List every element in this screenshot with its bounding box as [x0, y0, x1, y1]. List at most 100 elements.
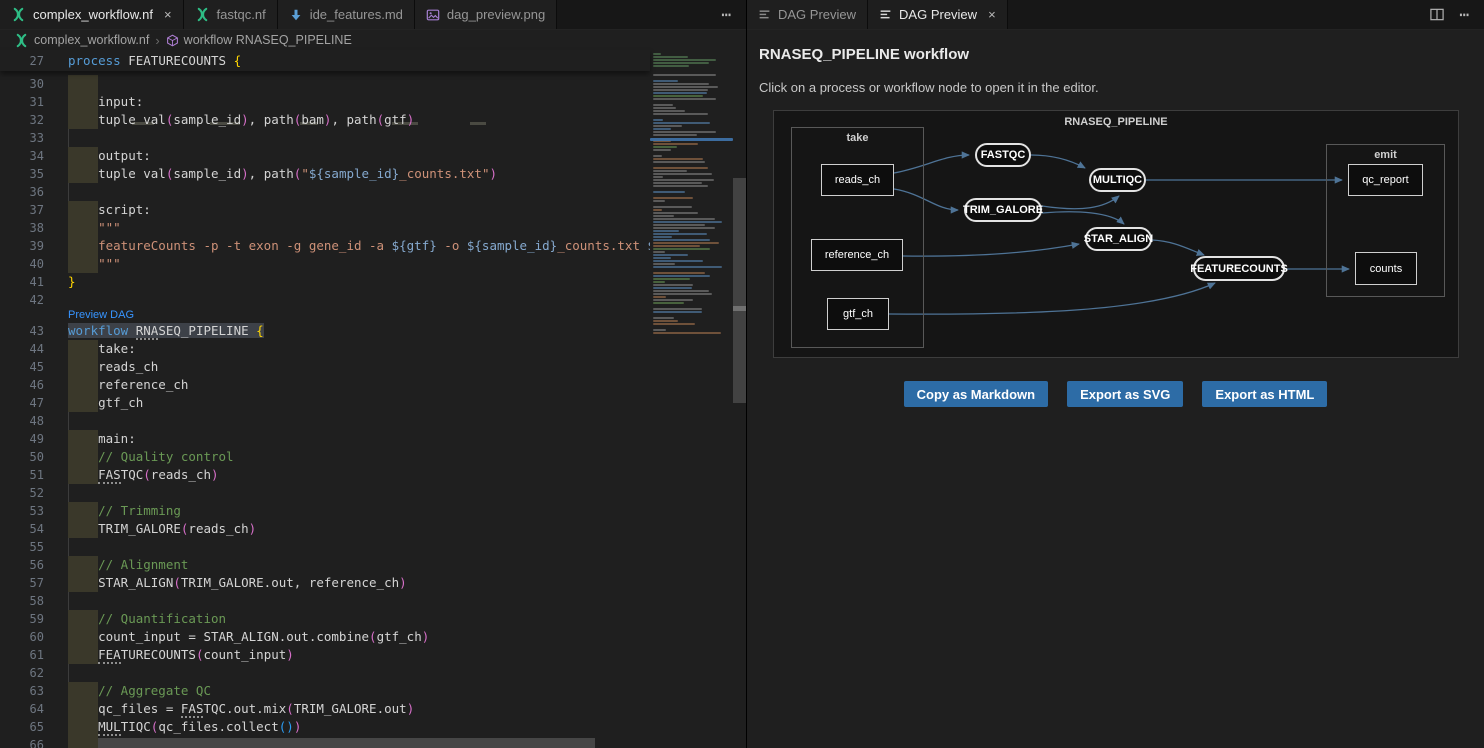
copy-as-markdown-button[interactable]: Copy as Markdown: [904, 381, 1048, 407]
code-line-54[interactable]: 54 TRIM_GALORE(reads_ch): [0, 520, 650, 538]
minimap-line: [653, 179, 714, 181]
line-number: 49: [0, 430, 44, 448]
tab-dag-preview[interactable]: DAG Preview: [747, 0, 868, 29]
code-line-41[interactable]: 41}: [0, 273, 650, 291]
code-line-44[interactable]: 44 take:: [0, 340, 650, 358]
code-line-53[interactable]: 53 // Trimming: [0, 502, 650, 520]
export-as-svg-button[interactable]: Export as SVG: [1067, 381, 1183, 407]
breadcrumb-separator: ›: [154, 33, 160, 48]
minimap-line: [653, 239, 710, 241]
line-number: 42: [0, 291, 44, 309]
code-line-39[interactable]: 39 featureCounts -p -t exon -g gene_id -…: [0, 237, 650, 255]
split-editor-icon[interactable]: [1429, 7, 1445, 22]
dag-node-reference_ch[interactable]: reference_ch: [811, 239, 903, 271]
code-line-43[interactable]: 43workflow RNASEQ_PIPELINE {: [0, 322, 650, 340]
tab-dag-preview-png[interactable]: dag_preview.png: [415, 0, 557, 29]
sticky-scroll-line[interactable]: 27 process FEATURECOUNTS {: [0, 50, 650, 71]
code-line-45[interactable]: 45 reads_ch: [0, 358, 650, 376]
code-line-63[interactable]: 63 // Aggregate QC: [0, 682, 650, 700]
minimap-line: [653, 98, 716, 100]
minimap-line: [653, 176, 663, 178]
breadcrumb-symbol[interactable]: workflow RNASEQ_PIPELINE: [184, 33, 352, 47]
dag-node-MULTIQC[interactable]: MULTIQC: [1089, 168, 1146, 192]
dag-node-reads_ch[interactable]: reads_ch: [821, 164, 894, 196]
code-line-49[interactable]: 49 main:: [0, 430, 650, 448]
code-line-46[interactable]: 46 reference_ch: [0, 376, 650, 394]
code-line-32[interactable]: 32 tuple val(sample_id), path(bam), path…: [0, 111, 650, 129]
line-number: 38: [0, 219, 44, 237]
code-line-55[interactable]: 55: [0, 538, 650, 556]
dag-node-FASTQC[interactable]: FASTQC: [975, 143, 1031, 167]
minimap-selection-highlight: [650, 138, 733, 141]
code-line-34[interactable]: 34 output:: [0, 147, 650, 165]
code-line-51[interactable]: 51 FASTQC(reads_ch): [0, 466, 650, 484]
code-line-60[interactable]: 60 count_input = STAR_ALIGN.out.combine(…: [0, 628, 650, 646]
more-actions-icon[interactable]: ⋯: [721, 5, 732, 24]
line-number: 37: [0, 201, 44, 219]
code-line-48[interactable]: 48: [0, 412, 650, 430]
code-text: MULTIQC(qc_files.collect()): [68, 718, 301, 736]
code-line-50[interactable]: 50 // Quality control: [0, 448, 650, 466]
code-line-40[interactable]: 40 """: [0, 255, 650, 273]
code-line-36[interactable]: 36: [0, 183, 650, 201]
minimap-line: [653, 278, 690, 280]
code-text: gtf_ch: [68, 394, 143, 412]
code-line-61[interactable]: 61 FEATURECOUNTS(count_input): [0, 646, 650, 664]
close-icon[interactable]: ×: [164, 8, 172, 21]
code-line-65[interactable]: 65 MULTIQC(qc_files.collect()): [0, 718, 650, 736]
tab-ide-features-md[interactable]: ide_features.md: [278, 0, 415, 29]
dag-edge-gtf_ch-FEATURECOUNTS: [889, 283, 1215, 314]
code-line-35[interactable]: 35 tuple val(sample_id), path("${sample_…: [0, 165, 650, 183]
tab-dag-preview[interactable]: DAG Preview×: [868, 0, 1008, 29]
minimap-line: [653, 62, 709, 64]
minimap-line: [653, 287, 692, 289]
dag-node-gtf_ch[interactable]: gtf_ch: [827, 298, 889, 330]
code-text: workflow RNASEQ_PIPELINE {: [68, 322, 264, 340]
dag-node-STAR_ALIGN[interactable]: STAR_ALIGN: [1085, 227, 1152, 251]
code-line-52[interactable]: 52: [0, 484, 650, 502]
line-number: 65: [0, 718, 44, 736]
minimap-line: [653, 92, 707, 94]
code-text: input:: [68, 93, 143, 111]
vertical-scrollbar-thumb[interactable]: [733, 178, 746, 403]
horizontal-scrollbar-thumb[interactable]: [75, 738, 595, 748]
code-line-58[interactable]: 58: [0, 592, 650, 610]
code-line-57[interactable]: 57 STAR_ALIGN(TRIM_GALORE.out, reference…: [0, 574, 650, 592]
minimap-line: [653, 122, 710, 124]
dag-node-TRIM_GALORE[interactable]: TRIM_GALORE: [964, 198, 1042, 222]
code-line-64[interactable]: 64 qc_files = FASTQC.out.mix(TRIM_GALORE…: [0, 700, 650, 718]
code-line-59[interactable]: 59 // Quantification: [0, 610, 650, 628]
line-number: 47: [0, 394, 44, 412]
tab-complex-workflow-nf[interactable]: complex_workflow.nf×: [0, 0, 184, 29]
minimap[interactable]: [650, 50, 733, 748]
panel-more-actions-icon[interactable]: ⋯: [1459, 5, 1470, 24]
code-line-42[interactable]: 42: [0, 291, 650, 309]
dag-node-FEATURECOUNTS[interactable]: FEATURECOUNTS: [1193, 256, 1285, 281]
codelens-preview-dag[interactable]: Preview DAG: [68, 309, 134, 322]
code-line-56[interactable]: 56 // Alignment: [0, 556, 650, 574]
line-number: 64: [0, 700, 44, 718]
editor-group: complex_workflow.nf×fastqc.nfide_feature…: [0, 0, 747, 748]
tab-fastqc-nf[interactable]: fastqc.nf: [184, 0, 278, 29]
export-as-html-button[interactable]: Export as HTML: [1202, 381, 1327, 407]
minimap-line: [653, 308, 702, 310]
code-editor[interactable]: 3031 input:32 tuple val(sample_id), path…: [0, 50, 650, 748]
minimap-line: [653, 119, 663, 121]
code-line-38[interactable]: 38 """: [0, 219, 650, 237]
code-line-30[interactable]: 30: [0, 75, 650, 93]
dag-node-counts[interactable]: counts: [1355, 252, 1417, 285]
minimap-line: [653, 257, 671, 259]
code-line-62[interactable]: 62: [0, 664, 650, 682]
dag-node-qc_report[interactable]: qc_report: [1348, 164, 1423, 196]
editor-tab-bar: complex_workflow.nf×fastqc.nfide_feature…: [0, 0, 746, 30]
breadcrumb: complex_workflow.nf › workflow RNASEQ_PI…: [0, 30, 746, 50]
code-line-31[interactable]: 31 input:: [0, 93, 650, 111]
minimap-line: [653, 281, 665, 283]
code-line-37[interactable]: 37 script:: [0, 201, 650, 219]
code-line-47[interactable]: 47 gtf_ch: [0, 394, 650, 412]
code-line-33[interactable]: 33: [0, 129, 650, 147]
breadcrumb-file[interactable]: complex_workflow.nf: [34, 33, 149, 47]
close-icon[interactable]: ×: [988, 8, 996, 21]
code-text: main:: [68, 430, 136, 448]
minimap-line: [653, 134, 697, 136]
